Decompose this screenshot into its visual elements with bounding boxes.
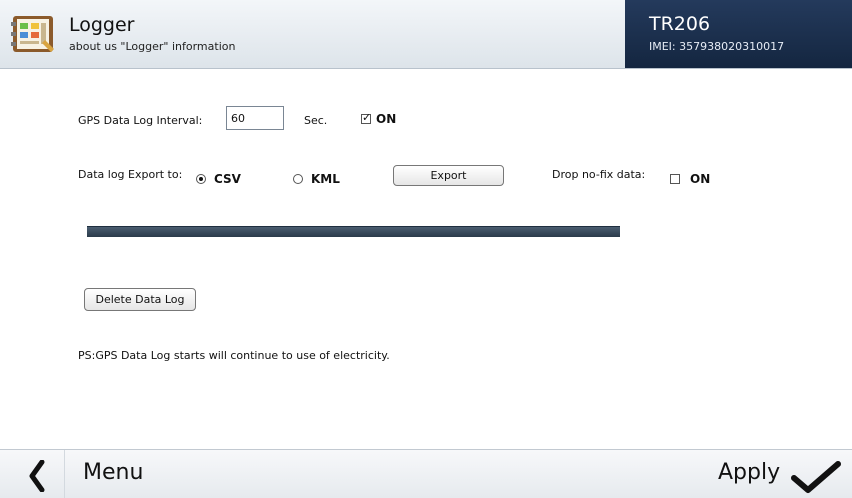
delete-data-log-button[interactable]: Delete Data Log [84,288,196,311]
checkmark-icon: ✓ [362,111,372,124]
gps-log-on-checkbox[interactable]: ✓ [361,111,372,124]
drop-no-fix-on-label: ON [690,172,711,186]
page-title: Logger [69,14,135,36]
drop-no-fix-label: Drop no-fix data: [552,168,646,181]
progress-fill [87,227,620,237]
radio-dot [199,177,203,181]
device-info: TR206 IMEI: 357938020310017 [625,0,852,68]
export-label: Data log Export to: [78,168,183,181]
export-kml-label: KML [311,172,340,186]
gps-interval-input[interactable] [226,106,284,130]
gps-log-on-label: ON [376,112,397,126]
footer-divider [64,450,65,498]
checkmark-icon[interactable] [788,460,844,494]
device-imei: IMEI: 357938020310017 [649,40,785,53]
menu-button[interactable]: Menu [83,460,143,485]
page-subtitle: about us "Logger" information [69,40,236,53]
export-button[interactable]: Export [393,165,504,186]
device-name: TR206 [649,13,711,35]
notebook-icon [11,16,54,52]
drop-no-fix-checkbox[interactable] [670,174,680,184]
gps-interval-label: GPS Data Log Interval: [78,114,203,127]
export-kml-radio[interactable] [293,174,303,184]
chevron-left-icon[interactable] [22,460,52,492]
power-note: PS:GPS Data Log starts will continue to … [78,349,390,362]
footer-bar: Menu Apply [0,449,852,498]
gps-interval-unit: Sec. [304,114,328,127]
apply-button[interactable]: Apply [718,460,780,485]
export-progress-bar [87,226,620,237]
export-csv-label: CSV [214,172,241,186]
export-csv-radio[interactable] [196,174,206,184]
logger-settings-panel: GPS Data Log Interval: Sec. ✓ ON Data lo… [0,69,852,449]
header-bar: Logger about us "Logger" information TR2… [0,0,852,69]
